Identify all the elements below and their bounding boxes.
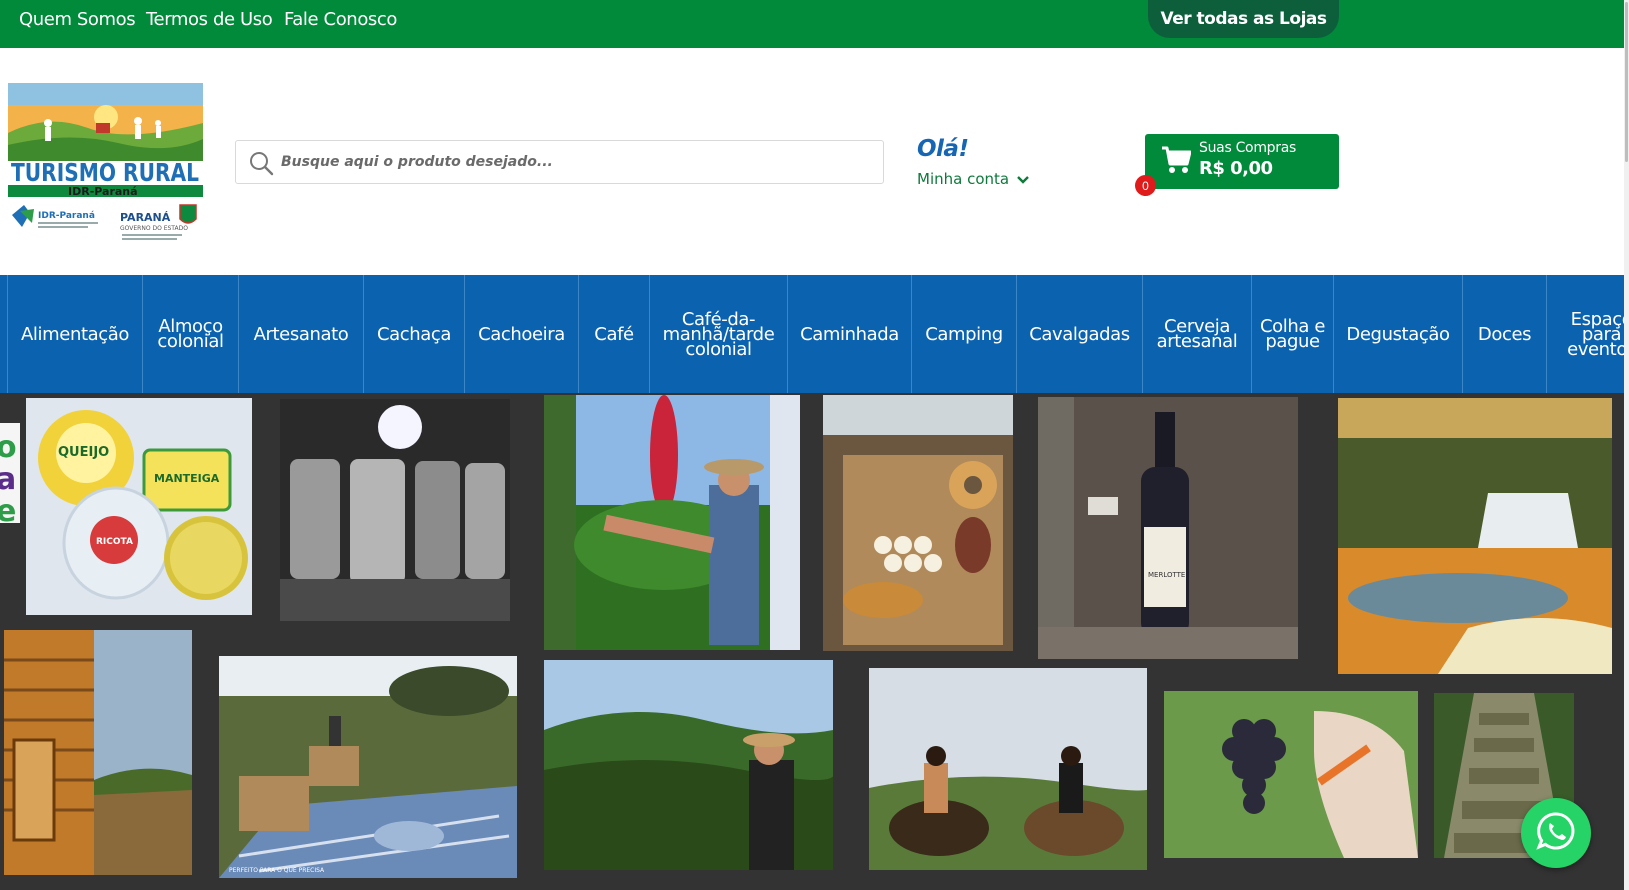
gallery-photo-grapes[interactable] xyxy=(1164,691,1418,858)
category-cachaca[interactable]: Cachaça xyxy=(364,275,465,393)
gallery-photo-tanks[interactable] xyxy=(280,399,510,621)
gallery-photo-wine-bottle[interactable]: MERLOTTE xyxy=(1038,397,1298,659)
svg-text:o: o xyxy=(0,430,17,465)
logo-subtitle: IDR-Paraná xyxy=(68,185,138,198)
category-nav: Alimentação Almoço colonial Artesanato C… xyxy=(0,275,1629,393)
whatsapp-button[interactable] xyxy=(1521,798,1591,868)
category-almoco-colonial[interactable]: Almoço colonial xyxy=(143,275,239,393)
link-fale-conosco[interactable]: Fale Conosco xyxy=(284,9,397,30)
gallery-photo-horseback[interactable] xyxy=(869,668,1147,870)
logo-partner-left: IDR-Paraná xyxy=(38,211,95,221)
category-colha-e-pague[interactable]: Colha e pague xyxy=(1252,275,1334,393)
category-artesanato[interactable]: Artesanato xyxy=(239,275,364,393)
category-cerveja-artesanal[interactable]: Cerveja artesanal xyxy=(1143,275,1252,393)
gallery-photo-coffee-harvest[interactable] xyxy=(544,395,800,650)
gallery-photo-cheese[interactable]: QUEIJO MANTEIGA RICOTA xyxy=(26,398,252,615)
cart-label: Suas Compras xyxy=(1199,140,1296,156)
logo-partner-right: PARANÁ xyxy=(120,211,171,224)
search-icon[interactable] xyxy=(248,150,274,176)
search-box xyxy=(235,140,884,184)
chevron-down-icon xyxy=(1017,171,1029,189)
svg-text:a: a xyxy=(0,462,16,497)
cart-total: R$ 0,00 xyxy=(1199,158,1273,179)
category-cavalgadas[interactable]: Cavalgadas xyxy=(1017,275,1143,393)
category-alimentacao[interactable]: Alimentação xyxy=(8,275,143,393)
category-cafe-da-manha-tarde-colonial[interactable]: Café-da-manhã/tarde colonial xyxy=(650,275,788,393)
top-bar: Quem Somos Termos de Uso Fale Conosco Ve… xyxy=(0,0,1629,48)
svg-text:RICOTA: RICOTA xyxy=(96,537,133,547)
svg-text:e: e xyxy=(0,494,16,523)
svg-text:PERFEITO PARA O QUE PRECISA: PERFEITO PARA O QUE PRECISA xyxy=(229,867,325,874)
category-doces[interactable]: Doces xyxy=(1463,275,1547,393)
category-camping[interactable]: Camping xyxy=(912,275,1017,393)
category-degustacao[interactable]: Degustação xyxy=(1334,275,1463,393)
greeting: Olá! xyxy=(917,136,969,162)
svg-text:MANTEIGA: MANTEIGA xyxy=(154,472,220,485)
svg-text:MERLOTTE: MERLOTTE xyxy=(1148,571,1185,579)
link-termos-de-uso[interactable]: Termos de Uso xyxy=(146,9,273,30)
gallery-photo-colonial-breakfast[interactable] xyxy=(823,395,1013,651)
gallery-photo-waterfall[interactable] xyxy=(1338,398,1612,674)
gallery-photo-coffee-farmer[interactable] xyxy=(544,660,833,870)
category-espaco-para-eventos[interactable]: Espaço para eventos xyxy=(1547,275,1629,393)
link-quem-somos[interactable]: Quem Somos xyxy=(19,9,136,30)
site-header: TURISMO RURAL IDR-Paraná IDR-Paraná PARA… xyxy=(0,48,1629,275)
category-caminhada[interactable]: Caminhada xyxy=(788,275,912,393)
my-account-menu[interactable]: Minha conta xyxy=(917,170,1029,189)
cart-count-badge: 0 xyxy=(1135,175,1156,196)
my-account-label: Minha conta xyxy=(917,170,1010,188)
scrollbar-thumb[interactable] xyxy=(1625,2,1628,162)
cart-icon xyxy=(1161,146,1192,174)
page-scrollbar[interactable] xyxy=(1624,0,1629,890)
logo-title: TURISMO RURAL xyxy=(11,158,199,187)
category-cachoeira[interactable]: Cachoeira xyxy=(465,275,579,393)
all-stores-button[interactable]: Ver todas as Lojas xyxy=(1148,0,1339,38)
search-input[interactable] xyxy=(281,148,871,176)
turismo-rural-logo[interactable]: TURISMO RURAL IDR-Paraná IDR-Paraná PARA… xyxy=(8,83,203,248)
gallery-photo-picnic[interactable]: PERFEITO PARA O QUE PRECISA xyxy=(219,656,517,878)
svg-text:QUEIJO: QUEIJO xyxy=(58,445,109,460)
photo-gallery: o a e QUEIJO MANTEIGA RICOTA MERLOTTE PE… xyxy=(0,393,1629,890)
cart-button[interactable]: Suas Compras R$ 0,00 xyxy=(1145,134,1339,189)
whatsapp-icon xyxy=(1535,810,1577,857)
category-cafe[interactable]: Café xyxy=(579,275,650,393)
gallery-photo-cabin[interactable] xyxy=(4,630,192,875)
edge-partial-tile: o a e xyxy=(0,423,20,523)
logo-partner-right-sub: GOVERNO DO ESTADO xyxy=(120,225,188,232)
